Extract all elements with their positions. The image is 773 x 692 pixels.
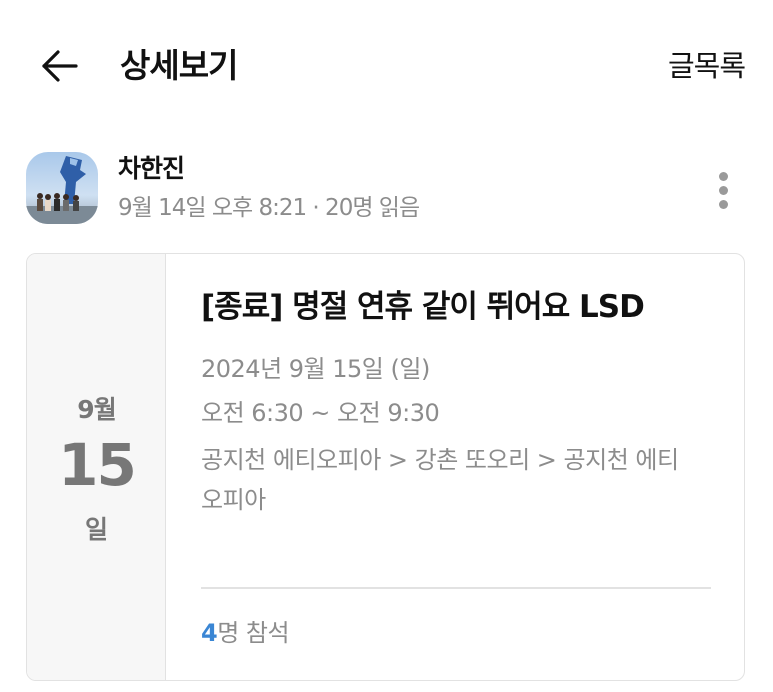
profile-photo bbox=[26, 152, 98, 224]
page-title: 상세보기 bbox=[120, 46, 238, 85]
event-title: [종료] 명절 연휴 같이 뛰어요 LSD bbox=[201, 289, 645, 325]
event-route: 공지천 에티오피아 > 강촌 또오리 > 공지천 에티오피아 bbox=[201, 446, 679, 514]
event-date: 2024년 9월 15일 (일) bbox=[201, 355, 430, 383]
event-info: [종료] 명절 연휴 같이 뛰어요 LSD 2024년 9월 15일 (일) 오… bbox=[201, 282, 721, 520]
event-time: 오전 6:30 ~ 오전 9:30 bbox=[201, 399, 440, 427]
arrow-left-icon bbox=[42, 50, 78, 82]
list-button[interactable]: 글목록 bbox=[668, 44, 746, 88]
avatar[interactable] bbox=[26, 152, 98, 224]
attendees-link[interactable]: 4명 참석 bbox=[201, 616, 290, 650]
back-button[interactable] bbox=[40, 44, 80, 88]
attendee-count: 4 bbox=[201, 619, 218, 647]
event-month: 9월 bbox=[77, 395, 116, 424]
divider bbox=[201, 587, 711, 589]
top-bar: 상세보기 글목록 bbox=[0, 0, 773, 130]
event-day-suffix: 일 bbox=[84, 515, 108, 544]
author-row: 차한진 9월 14일 오후 8:21 · 20명 읽음 bbox=[0, 148, 773, 228]
post-meta: 9월 14일 오후 8:21 · 20명 읽음 bbox=[118, 195, 420, 221]
event-day: 15 bbox=[58, 431, 137, 499]
date-panel: 9월 15 일 bbox=[27, 254, 166, 680]
event-card[interactable]: 9월 15 일 [종료] 명절 연휴 같이 뛰어요 LSD 2024년 9월 1… bbox=[26, 253, 745, 681]
more-options-button[interactable] bbox=[706, 168, 742, 212]
attendee-label: 명 참석 bbox=[217, 619, 290, 647]
author-name[interactable]: 차한진 bbox=[118, 152, 185, 186]
